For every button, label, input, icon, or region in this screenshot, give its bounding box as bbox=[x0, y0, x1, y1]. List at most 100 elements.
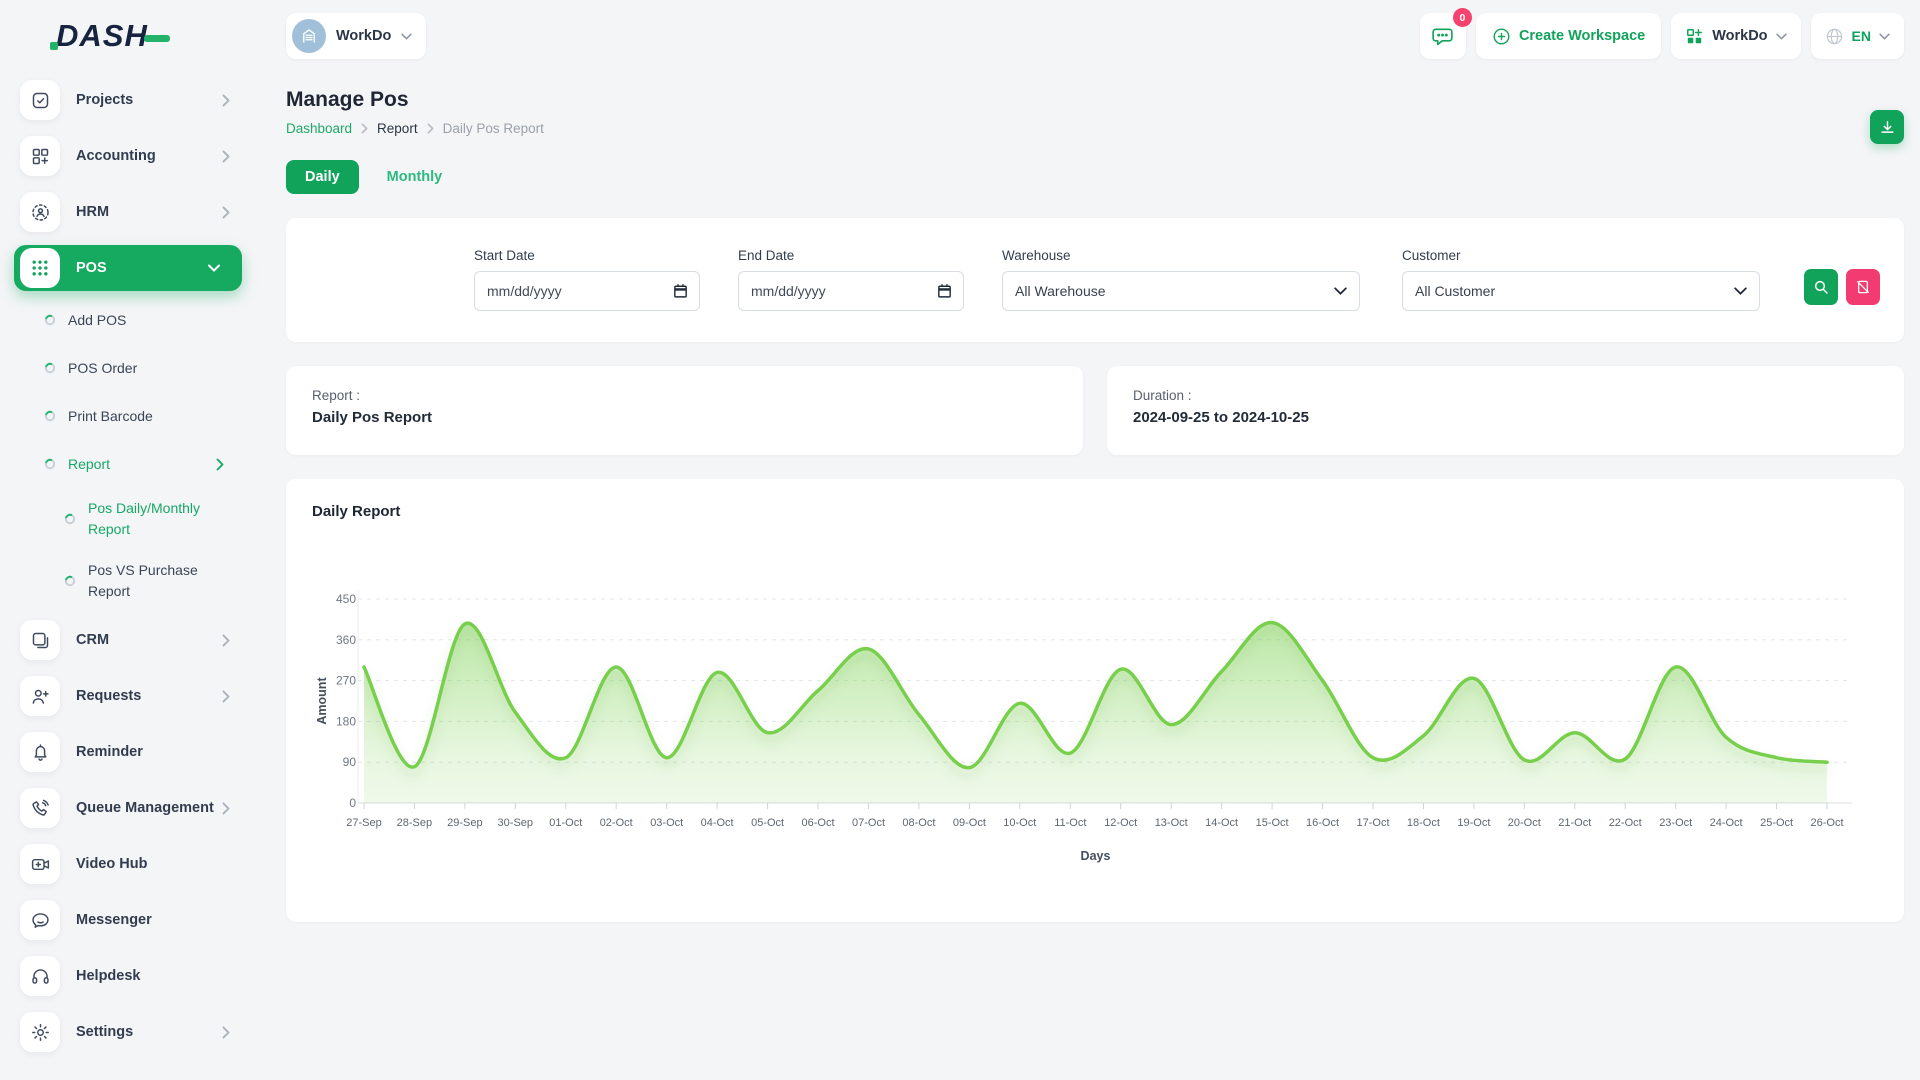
customer-field: Customer All Customer bbox=[1402, 248, 1760, 311]
sidebar-item-label: Accounting bbox=[76, 148, 156, 164]
sidebar-item-messenger[interactable]: Messenger bbox=[0, 892, 260, 948]
sidebar-item-reminder[interactable]: Reminder bbox=[0, 724, 260, 780]
bullet-icon bbox=[44, 362, 56, 374]
svg-text:03-Oct: 03-Oct bbox=[650, 817, 683, 829]
sidebar-nav: Projects Accounting HRM POS Add POS POS … bbox=[0, 72, 260, 1060]
chevron-right-icon bbox=[222, 94, 230, 107]
warehouse-label: Warehouse bbox=[1002, 248, 1360, 263]
sidebar-subitem-print-barcode[interactable]: Print Barcode bbox=[0, 392, 260, 440]
accounting-icon bbox=[20, 136, 60, 176]
chevron-right-icon bbox=[222, 206, 230, 219]
sidebar-item-queue-management[interactable]: Queue Management bbox=[0, 780, 260, 836]
company-menu-label: WorkDo bbox=[1712, 28, 1767, 44]
logo-accent-dash bbox=[144, 35, 170, 42]
sidebar-item-label: POS bbox=[76, 260, 107, 276]
sidebar-subitem-pos-vs-purchase-report[interactable]: Pos VS Purchase Report bbox=[0, 550, 260, 612]
report-summary-value: Daily Pos Report bbox=[312, 409, 1057, 426]
sidebar-item-label: Reminder bbox=[76, 744, 143, 760]
reset-filter-button[interactable] bbox=[1846, 269, 1880, 305]
sidebar-item-hrm[interactable]: HRM bbox=[0, 184, 260, 240]
svg-text:08-Oct: 08-Oct bbox=[902, 817, 935, 829]
logo-accent-dot bbox=[50, 42, 58, 50]
svg-text:26-Oct: 26-Oct bbox=[1810, 817, 1843, 829]
sidebar-item-pos[interactable]: POS bbox=[14, 245, 242, 291]
building-icon bbox=[300, 27, 318, 45]
chevron-right-icon bbox=[216, 458, 224, 471]
chevron-right-icon bbox=[222, 634, 230, 647]
sidebar-item-accounting[interactable]: Accounting bbox=[0, 128, 260, 184]
start-date-label: Start Date bbox=[474, 248, 700, 263]
svg-text:30-Sep: 30-Sep bbox=[498, 817, 533, 829]
sidebar-item-video-hub[interactable]: Video Hub bbox=[0, 836, 260, 892]
customer-selected-value: All Customer bbox=[1415, 283, 1495, 299]
create-workspace-button[interactable]: Create Workspace bbox=[1476, 13, 1661, 59]
bullet-icon bbox=[44, 410, 56, 422]
svg-text:180: 180 bbox=[336, 714, 356, 728]
sidebar-item-crm[interactable]: CRM bbox=[0, 612, 260, 668]
brand-logo[interactable]: DASH bbox=[0, 0, 260, 72]
warehouse-select[interactable]: All Warehouse bbox=[1002, 271, 1360, 311]
crm-icon bbox=[20, 620, 60, 660]
messages-button[interactable]: 0 bbox=[1420, 13, 1466, 59]
svg-text:13-Oct: 13-Oct bbox=[1155, 817, 1188, 829]
svg-text:Amount: Amount bbox=[315, 677, 329, 725]
sidebar-subitem-label: Add POS bbox=[68, 312, 126, 328]
download-button[interactable] bbox=[1870, 110, 1904, 144]
svg-text:10-Oct: 10-Oct bbox=[1003, 817, 1036, 829]
breadcrumb-item-report[interactable]: Report bbox=[377, 121, 418, 136]
sidebar-item-helpdesk[interactable]: Helpdesk bbox=[0, 948, 260, 1004]
end-date-input[interactable] bbox=[738, 271, 964, 311]
chevron-right-icon bbox=[222, 1026, 230, 1039]
sidebar-item-requests[interactable]: Requests bbox=[0, 668, 260, 724]
grid-plus-icon bbox=[1685, 27, 1704, 46]
requests-icon bbox=[20, 676, 60, 716]
warehouse-selected-value: All Warehouse bbox=[1015, 283, 1106, 299]
company-menu-button[interactable]: WorkDo bbox=[1671, 13, 1800, 59]
topbar-actions: 0 Create Workspace WorkDo EN bbox=[1420, 13, 1904, 59]
language-selector[interactable]: EN bbox=[1811, 13, 1904, 59]
svg-text:29-Sep: 29-Sep bbox=[447, 817, 482, 829]
sidebar-subitem-pos-order[interactable]: POS Order bbox=[0, 344, 260, 392]
svg-text:22-Oct: 22-Oct bbox=[1609, 817, 1642, 829]
language-code: EN bbox=[1852, 28, 1871, 44]
sidebar-subitem-add-pos[interactable]: Add POS bbox=[0, 296, 260, 344]
messages-badge: 0 bbox=[1453, 8, 1472, 27]
download-icon bbox=[1879, 119, 1896, 136]
start-date-input[interactable] bbox=[474, 271, 700, 311]
sidebar-subitem-report[interactable]: Report bbox=[0, 440, 260, 488]
svg-text:360: 360 bbox=[336, 633, 356, 647]
customer-select[interactable]: All Customer bbox=[1402, 271, 1760, 311]
chart-title: Daily Report bbox=[312, 503, 400, 520]
logo-text: DASH bbox=[56, 18, 148, 54]
svg-text:11-Oct: 11-Oct bbox=[1054, 817, 1086, 829]
sidebar-item-projects[interactable]: Projects bbox=[0, 72, 260, 128]
svg-text:28-Sep: 28-Sep bbox=[397, 817, 432, 829]
create-workspace-label: Create Workspace bbox=[1519, 28, 1645, 44]
daily-report-chart-svg: 09018027036045027-Sep28-Sep29-Sep30-Sep0… bbox=[312, 537, 1878, 902]
chevron-right-icon bbox=[222, 150, 230, 163]
chevron-down-icon bbox=[1776, 33, 1787, 40]
chevron-down-icon bbox=[1734, 287, 1747, 295]
breadcrumb-separator-icon bbox=[361, 123, 368, 134]
svg-text:05-Oct: 05-Oct bbox=[751, 817, 784, 829]
sidebar-item-settings[interactable]: Settings bbox=[0, 1004, 260, 1060]
sidebar-subitem-label: Pos Daily/Monthly Report bbox=[88, 498, 232, 540]
svg-text:12-Oct: 12-Oct bbox=[1104, 817, 1137, 829]
chevron-down-icon bbox=[1334, 287, 1347, 295]
breadcrumb-item-dashboard[interactable]: Dashboard bbox=[286, 121, 352, 136]
sidebar-subitem-label: Report bbox=[68, 456, 110, 472]
svg-text:270: 270 bbox=[336, 674, 356, 688]
sidebar-item-label: Requests bbox=[76, 688, 141, 704]
sidebar-item-label: Projects bbox=[76, 92, 133, 108]
sidebar-subitem-label: POS Order bbox=[68, 360, 137, 376]
topbar: WorkDo 0 Create Workspace bbox=[260, 0, 1920, 72]
search-button[interactable] bbox=[1804, 269, 1838, 305]
svg-text:17-Oct: 17-Oct bbox=[1356, 817, 1389, 829]
sidebar-subitem-pos-daily-monthly-report[interactable]: Pos Daily/Monthly Report bbox=[0, 488, 260, 550]
workspace-switcher[interactable]: WorkDo bbox=[286, 13, 426, 59]
svg-text:06-Oct: 06-Oct bbox=[801, 817, 834, 829]
svg-text:07-Oct: 07-Oct bbox=[852, 817, 885, 829]
end-date-field: End Date bbox=[738, 248, 964, 311]
tab-daily[interactable]: Daily bbox=[286, 160, 359, 194]
tab-monthly[interactable]: Monthly bbox=[377, 160, 453, 194]
